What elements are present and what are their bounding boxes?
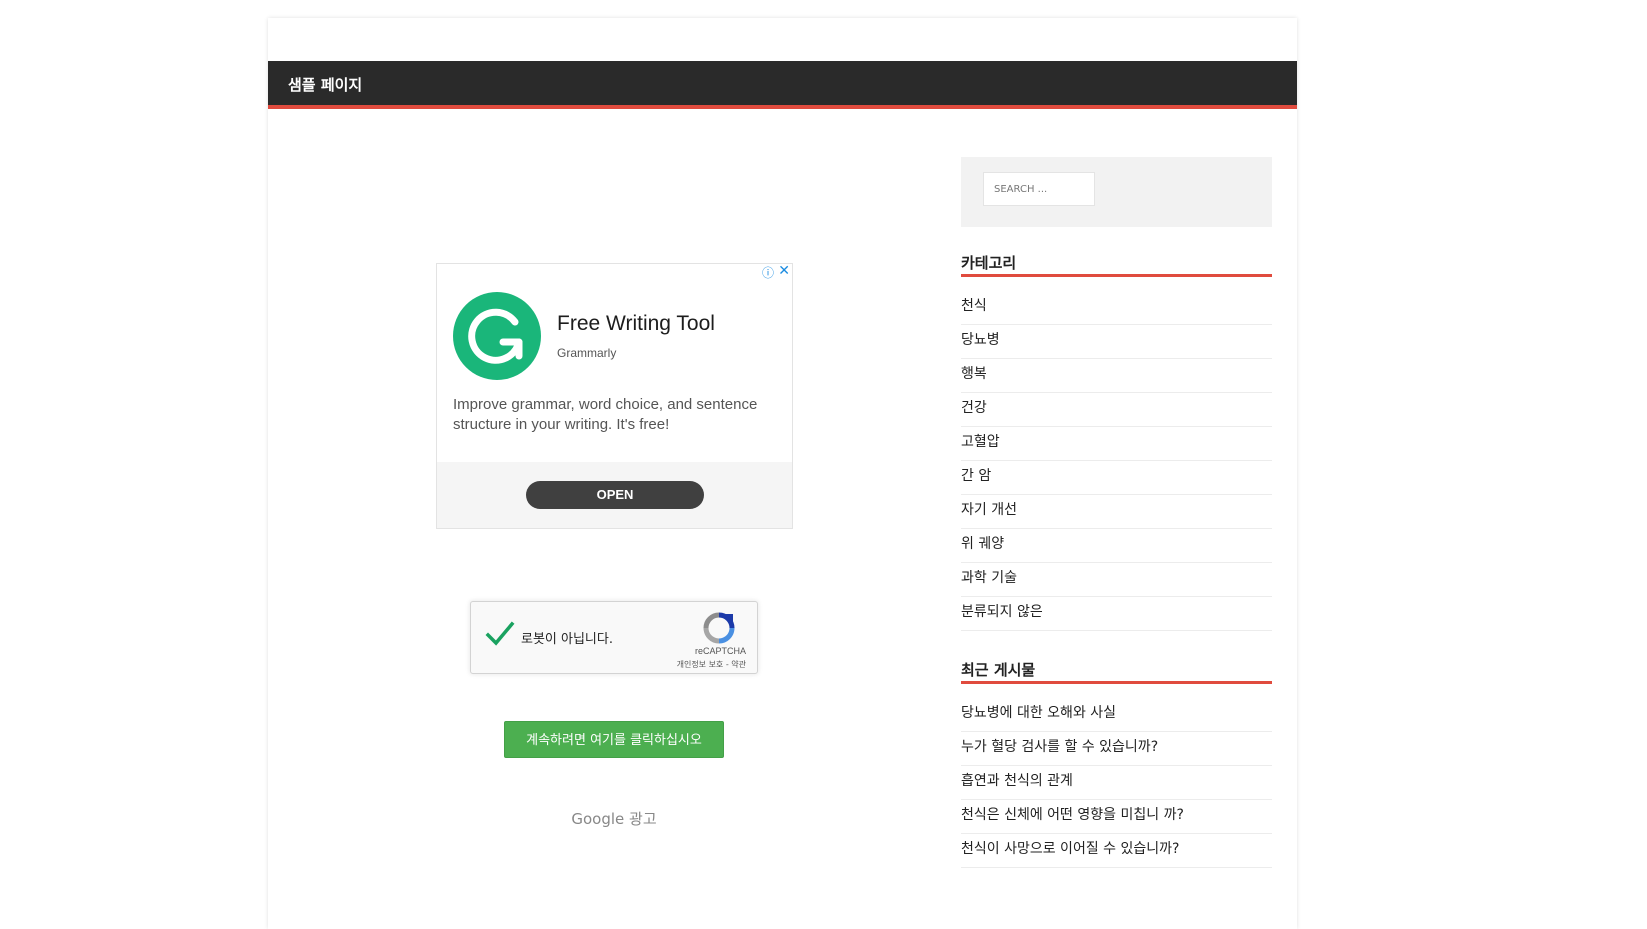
category-link[interactable]: 과학 기술 [961,563,1272,597]
ad-headline[interactable]: Free Writing Tool [557,312,715,336]
ad-footer: OPEN [437,462,792,528]
category-link[interactable]: 천식 [961,291,1272,325]
categories-title: 카테고리 [961,252,1272,277]
recent-post-link[interactable]: 천식은 신체에 어떤 영향을 미칩니 까? [961,800,1272,834]
recaptcha-privacy-terms[interactable]: 개인정보 보호 - 약관 [677,659,746,670]
ad-open-button[interactable]: OPEN [526,481,704,509]
recent-posts-list: 당뇨병에 대한 오해와 사실 누가 혈당 검사를 할 수 있습니까? 흡연과 천식의… [961,698,1272,868]
site-title[interactable]: 샘플 페이지 [288,74,362,95]
search-input[interactable] [983,172,1095,206]
recent-post-link[interactable]: 누가 혈당 검사를 할 수 있습니까? [961,732,1272,766]
recent-post-link[interactable]: 당뇨병에 대한 오해와 사실 [961,698,1272,732]
close-icon[interactable]: ✕ [778,263,790,279]
recaptcha-widget: 로봇이 아닙니다. reCAPTCHA 개인정보 보호 - 약관 [470,601,758,674]
recent-posts-title: 최근 게시물 [961,659,1272,684]
continue-button[interactable]: 계속하려면 여기를 클릭하십시오 [504,721,724,758]
recaptcha-logo-icon [703,612,735,648]
recent-posts-widget: 최근 게시물 당뇨병에 대한 오해와 사실 누가 혈당 검사를 할 수 있습니까?… [961,659,1272,868]
page-container: 샘플 페이지 ⓘ ✕ Free Writing Tool Grammarly I… [268,18,1297,929]
recaptcha-brand: reCAPTCHA [694,646,746,656]
recent-post-link[interactable]: 흡연과 천식의 관계 [961,766,1272,800]
ad-description[interactable]: Improve grammar, word choice, and senten… [453,395,773,435]
category-link[interactable]: 위 궤양 [961,529,1272,563]
category-link[interactable]: 건강 [961,393,1272,427]
category-link[interactable]: 분류되지 않은 [961,597,1272,631]
google-ad-label[interactable]: Google 광고 [268,808,960,829]
display-ad[interactable]: ⓘ ✕ Free Writing Tool Grammarly Improve … [436,263,793,529]
categories-widget: 카테고리 천식 당뇨병 행복 건강 고혈압 간 암 자기 개선 위 궤양 과학 기술 분류되지 않… [961,252,1272,631]
top-navigation-bar: 샘플 페이지 [268,61,1297,109]
category-link[interactable]: 고혈압 [961,427,1272,461]
recent-post-link[interactable]: 천식이 사망으로 이어질 수 있습니까? [961,834,1272,868]
category-link[interactable]: 자기 개선 [961,495,1272,529]
ad-advertiser[interactable]: Grammarly [557,346,616,360]
category-link[interactable]: 당뇨병 [961,325,1272,359]
recaptcha-label: 로봇이 아닙니다. [521,632,613,647]
categories-list: 천식 당뇨병 행복 건강 고혈압 간 암 자기 개선 위 궤양 과학 기술 분류되지 않은 [961,291,1272,631]
grammarly-logo-icon[interactable] [453,292,541,380]
category-link[interactable]: 간 암 [961,461,1272,495]
info-icon[interactable]: ⓘ [762,264,774,281]
checkmark-icon[interactable] [485,620,515,652]
search-widget [961,157,1272,227]
category-link[interactable]: 행복 [961,359,1272,393]
